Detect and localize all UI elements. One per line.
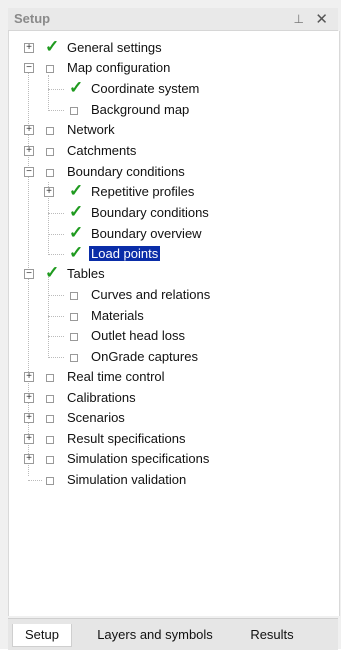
close-icon[interactable]: ✕ [315,10,328,28]
tree-item-label: Catchments [67,143,137,158]
bottom-tab-bar: Setup Layers and symbols Results [8,618,338,650]
checkmark-icon[interactable]: ✓ [69,224,83,241]
checkbox-icon[interactable] [70,313,78,321]
tree-item-ongrade-captures[interactable]: OnGrade captures [9,348,329,366]
tree-item-label: Boundary conditions [91,205,209,220]
collapse-icon[interactable]: − [24,63,34,73]
tab-setup[interactable]: Setup [12,624,72,647]
tree-item-label: Simulation validation [67,472,187,487]
tree-item-catchments[interactable]: + Catchments [9,142,329,160]
tree-item-label: Curves and relations [91,287,211,302]
checkmark-icon[interactable]: ✓ [69,79,83,96]
checkbox-icon[interactable] [70,107,78,115]
tree-item-label: Outlet head loss [91,328,185,343]
tree-item-boundary-conditions[interactable]: − Boundary conditions [9,163,329,181]
tree-item-label: Result specifications [67,431,186,446]
tree-item-real-time-control[interactable]: + Real time control [9,368,329,386]
checkbox-icon[interactable] [46,477,54,485]
tree-item-map-configuration[interactable]: − Map configuration [9,59,329,77]
checkbox-icon[interactable] [46,169,54,177]
pin-icon[interactable]: ⊥ [294,12,304,26]
checkmark-icon[interactable]: ✓ [69,182,83,199]
tree-item-network[interactable]: + Network [9,121,329,139]
panel-titlebar: Setup ⊥ ✕ [8,8,338,31]
tab-layers-and-symbols[interactable]: Layers and symbols [80,624,230,646]
tree-item-materials[interactable]: Materials [9,307,329,325]
tree-item-label: Real time control [67,369,165,384]
tab-label: Setup [25,627,59,642]
tree-item-label: Repetitive profiles [91,184,195,199]
expand-icon[interactable]: + [24,125,34,135]
tree-item-label: General settings [67,40,162,55]
tree-item-label: Coordinate system [91,81,200,96]
expand-icon[interactable]: + [24,393,34,403]
tree-item-boundary-overview[interactable]: ✓ Boundary overview [9,224,329,243]
checkmark-icon[interactable]: ✓ [45,264,59,281]
tree-item-scenarios[interactable]: + Scenarios [9,409,329,427]
collapse-icon[interactable]: − [24,167,34,177]
expand-icon[interactable]: + [24,43,34,53]
tree-item-label: Map configuration [67,60,171,75]
panel-title: Setup [14,11,51,26]
tab-label: Layers and symbols [97,627,213,642]
tree-item-tables[interactable]: − ✓ Tables [9,264,329,283]
checkbox-icon[interactable] [70,333,78,341]
expand-icon[interactable]: + [24,434,34,444]
checkbox-icon[interactable] [46,127,54,135]
tree-item-background-map[interactable]: Background map [9,101,329,119]
checkbox-icon[interactable] [46,436,54,444]
tree-item-curves-and-relations[interactable]: Curves and relations [9,286,329,304]
tree-item-label: Boundary conditions [67,164,185,179]
checkmark-icon[interactable]: ✓ [45,38,59,55]
tree-item-label: OnGrade captures [91,349,198,364]
expand-icon[interactable]: + [44,187,54,197]
tree-item-outlet-head-loss[interactable]: Outlet head loss [9,327,329,345]
tree-item-result-specifications[interactable]: + Result specifications [9,430,329,448]
checkbox-icon[interactable] [46,374,54,382]
tree-item-simulation-specifications[interactable]: + Simulation specifications [9,450,329,468]
checkbox-icon[interactable] [46,415,54,423]
expand-icon[interactable]: + [24,454,34,464]
tree-item-load-points[interactable]: ✓ Load points [9,244,329,263]
checkbox-icon[interactable] [46,395,54,403]
setup-panel: Setup ⊥ ✕ + ✓ General settings − Map con… [0,0,341,650]
checkbox-icon[interactable] [46,65,54,73]
collapse-icon[interactable]: − [24,269,34,279]
tree-item-label: Background map [91,102,190,117]
checkmark-icon[interactable]: ✓ [69,244,83,261]
setup-tree: + ✓ General settings − Map configuration… [8,31,340,616]
checkmark-icon[interactable]: ✓ [69,203,83,220]
tree-item-coordinate-system[interactable]: ✓ Coordinate system [9,79,329,98]
tree-item-calibrations[interactable]: + Calibrations [9,389,329,407]
expand-icon[interactable]: + [24,413,34,423]
expand-icon[interactable]: + [24,372,34,382]
checkbox-icon[interactable] [46,148,54,156]
tree-item-simulation-validation[interactable]: Simulation validation [9,471,329,489]
tab-label: Results [250,627,294,642]
tree-item-label: Calibrations [67,390,136,405]
tree-item-boundary-conditions-child[interactable]: ✓ Boundary conditions [9,203,329,222]
tree-item-label: Boundary overview [91,226,202,241]
tree-item-general-settings[interactable]: + ✓ General settings [9,38,329,57]
tree-item-label: Scenarios [67,410,125,425]
tree-item-label: Simulation specifications [67,451,210,466]
checkbox-icon[interactable] [70,292,78,300]
tree-item-label-selected: Load points [89,246,161,261]
tab-results[interactable]: Results [236,624,308,646]
checkbox-icon[interactable] [70,354,78,362]
expand-icon[interactable]: + [24,146,34,156]
tree-item-label: Materials [91,308,144,323]
tree-item-label: Network [67,122,115,137]
checkbox-icon[interactable] [46,456,54,464]
tree-item-label: Tables [67,266,105,281]
tree-item-repetitive-profiles[interactable]: + ✓ Repetitive profiles [9,182,329,201]
